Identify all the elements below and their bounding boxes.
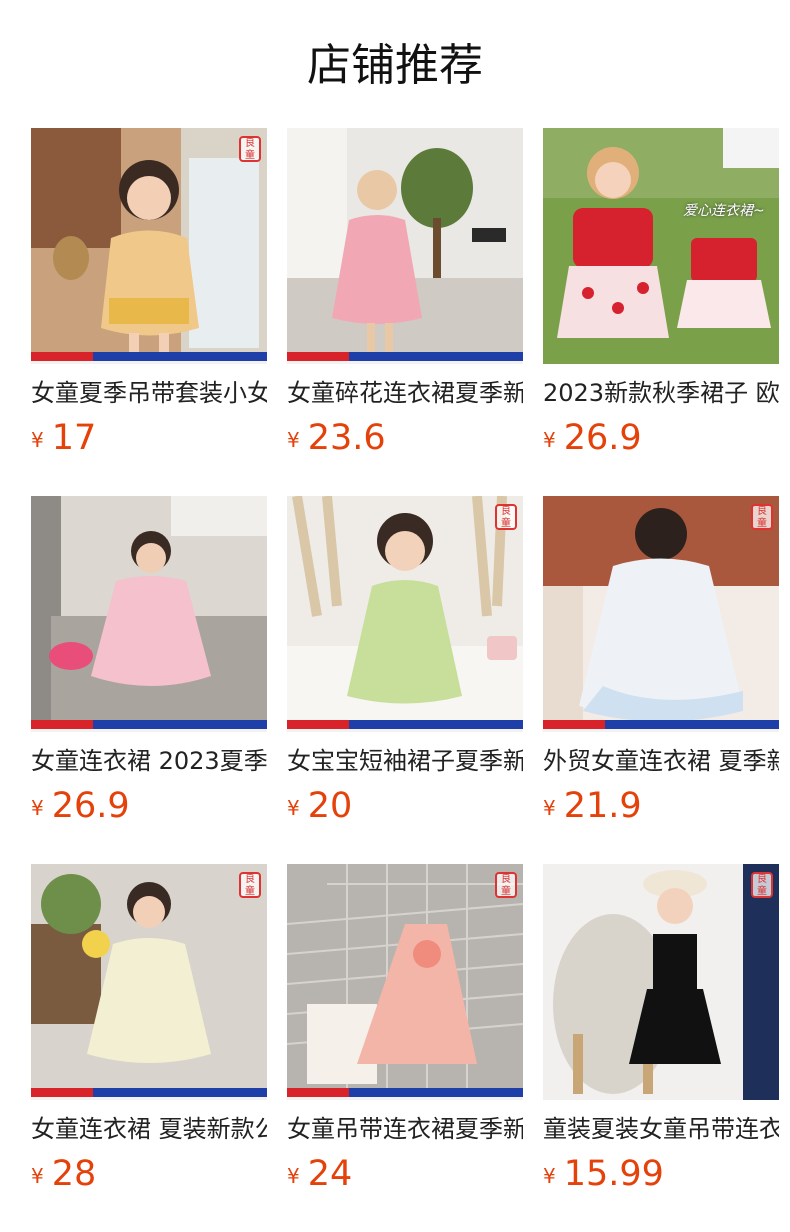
product-price: ¥24 (287, 1152, 352, 1196)
product-name[interactable]: 女童吊带连衣裙夏季新款 (287, 1112, 523, 1146)
price-value: 15.99 (563, 1154, 664, 1194)
currency-symbol: ¥ (287, 428, 300, 452)
promo-strip (543, 720, 779, 732)
price-value: 23.6 (307, 418, 386, 458)
currency-symbol: ¥ (287, 1164, 300, 1188)
price-value: 26.9 (51, 786, 130, 826)
product-image[interactable]: 良童 (543, 496, 779, 732)
price-value: 26.9 (563, 418, 642, 458)
product-card[interactable]: 女童碎花连衣裙夏季新款 ¥23.6 (287, 128, 523, 458)
product-image[interactable] (31, 496, 267, 732)
product-name[interactable]: 女宝宝短袖裙子夏季新款 (287, 744, 523, 778)
product-image[interactable]: 良童 (543, 864, 779, 1100)
product-name[interactable]: 外贸女童连衣裙 夏季新款 (543, 744, 779, 778)
currency-symbol: ¥ (31, 796, 44, 820)
product-card[interactable]: 良童 女童连衣裙 夏装新款公主 ¥28 (31, 864, 267, 1194)
product-name[interactable]: 童装夏装女童吊带连衣裙 (543, 1112, 779, 1146)
product-price: ¥17 (31, 416, 96, 460)
product-image[interactable]: 良童 (287, 864, 523, 1100)
promo-strip (31, 352, 267, 364)
shop-logo-icon: 良童 (239, 872, 261, 898)
product-name[interactable]: 女童碎花连衣裙夏季新款 (287, 376, 523, 410)
product-price: ¥15.99 (543, 1152, 664, 1196)
product-price: ¥28 (31, 1152, 96, 1196)
product-price: ¥21.9 (543, 784, 642, 828)
currency-symbol: ¥ (543, 1164, 556, 1188)
product-name[interactable]: 女童连衣裙 夏装新款公主 (31, 1112, 267, 1146)
product-card[interactable]: 良童 女童夏季吊带套装小女孩 ¥17 (31, 128, 267, 458)
currency-symbol: ¥ (543, 796, 556, 820)
product-name[interactable]: 女童连衣裙 2023夏季新款 (31, 744, 267, 778)
product-image[interactable]: 爱心连衣裙~ (543, 128, 779, 364)
product-image[interactable] (287, 128, 523, 364)
shop-logo-icon: 良童 (495, 872, 517, 898)
product-card[interactable]: 良童 女宝宝短袖裙子夏季新款 ¥20 (287, 496, 523, 826)
product-price: ¥26.9 (31, 784, 130, 828)
product-card[interactable]: 爱心连衣裙~ 2023新款秋季裙子 欧美 ¥26.9 (543, 128, 779, 458)
currency-symbol: ¥ (31, 428, 44, 452)
currency-symbol: ¥ (543, 428, 556, 452)
promo-strip (287, 352, 523, 364)
shop-logo-icon: 良童 (751, 504, 773, 530)
product-card[interactable]: 良童 童装夏装女童吊带连衣裙 ¥15.99 (543, 864, 779, 1194)
promo-strip (287, 1088, 523, 1100)
price-value: 28 (51, 1154, 97, 1194)
promo-strip (31, 720, 267, 732)
product-image[interactable]: 良童 (31, 864, 267, 1100)
product-price: ¥20 (287, 784, 352, 828)
price-value: 24 (307, 1154, 353, 1194)
promo-headline: 爱心连衣裙~ (683, 203, 765, 219)
product-card[interactable]: 良童 女童吊带连衣裙夏季新款 ¥24 (287, 864, 523, 1194)
shop-logo-icon: 良童 (239, 136, 261, 162)
product-price: ¥26.9 (543, 416, 642, 460)
shop-logo-icon: 良童 (495, 504, 517, 530)
price-value: 17 (51, 418, 97, 458)
price-value: 20 (307, 786, 353, 826)
product-image[interactable]: 良童 (31, 128, 267, 364)
promo-strip (287, 720, 523, 732)
section-title: 店铺推荐 (307, 40, 483, 91)
shop-logo-icon: 良童 (751, 872, 773, 898)
currency-symbol: ¥ (287, 796, 300, 820)
price-value: 21.9 (563, 786, 642, 826)
currency-symbol: ¥ (31, 1164, 44, 1188)
product-price: ¥23.6 (287, 416, 386, 460)
product-image[interactable]: 良童 (287, 496, 523, 732)
product-card[interactable]: 良童 外贸女童连衣裙 夏季新款 ¥21.9 (543, 496, 779, 826)
product-card[interactable]: 女童连衣裙 2023夏季新款 ¥26.9 (31, 496, 267, 826)
promo-strip (31, 1088, 267, 1100)
product-name[interactable]: 女童夏季吊带套装小女孩 (31, 376, 267, 410)
product-name[interactable]: 2023新款秋季裙子 欧美 (543, 376, 779, 410)
